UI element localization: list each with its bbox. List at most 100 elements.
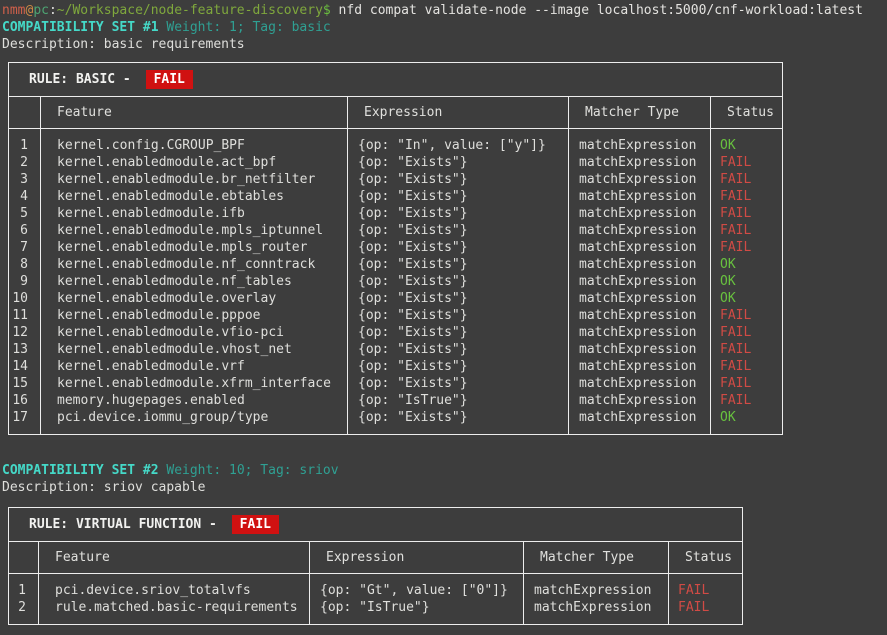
feature-cell: kernel.enabledmodule.act_bpf [41, 154, 348, 171]
column-header-num [9, 97, 41, 129]
column-header-matcher: Matcher Type [524, 542, 669, 574]
feature-cell: pci.device.iommu_group/type [41, 409, 348, 435]
status-cell: FAIL [711, 239, 783, 256]
feature-cell: kernel.enabledmodule.vhost_net [41, 341, 348, 358]
feature-cell: rule.matched.basic-requirements [39, 599, 310, 625]
expression-cell: {op: "Exists"} [348, 239, 569, 256]
set2-description: Description: sriov capable [2, 479, 887, 496]
prompt-path: ~/Workspace/node-feature-discovery [57, 3, 323, 18]
status-cell: OK [711, 129, 783, 155]
rule-table-virtual-function: RULE: VIRTUAL FUNCTION - FAIL Feature Ex… [8, 507, 743, 625]
matcher-cell: matchExpression [569, 222, 711, 239]
matcher-cell: matchExpression [569, 171, 711, 188]
table-row: 1pci.device.sriov_totalvfs{op: "Gt", val… [9, 574, 743, 600]
prompt-colon: : [49, 3, 57, 18]
prompt-user: nmm [2, 3, 25, 18]
expression-cell: {op: "In", value: ["y"]} [348, 129, 569, 155]
status-cell: FAIL [711, 171, 783, 188]
status-cell: FAIL [711, 358, 783, 375]
feature-cell: kernel.enabledmodule.xfrm_interface [41, 375, 348, 392]
table-row: 2kernel.enabledmodule.act_bpf{op: "Exist… [9, 154, 783, 171]
expression-cell: {op: "Exists"} [348, 307, 569, 324]
table-row: 15kernel.enabledmodule.xfrm_interface{op… [9, 375, 783, 392]
row-number: 4 [9, 188, 41, 205]
status-cell: OK [711, 256, 783, 273]
matcher-cell: matchExpression [569, 256, 711, 273]
table-row: 17pci.device.iommu_group/type{op: "Exist… [9, 409, 783, 435]
expression-cell: {op: "Exists"} [348, 290, 569, 307]
column-header-matcher: Matcher Type [569, 97, 711, 129]
feature-cell: kernel.enabledmodule.nf_conntrack [41, 256, 348, 273]
row-number: 8 [9, 256, 41, 273]
matcher-cell: matchExpression [569, 375, 711, 392]
feature-cell: kernel.enabledmodule.pppoe [41, 307, 348, 324]
row-number: 15 [9, 375, 41, 392]
matcher-cell: matchExpression [524, 574, 669, 600]
column-header-expression: Expression [310, 542, 524, 574]
expression-cell: {op: "Gt", value: ["0"]} [310, 574, 524, 600]
row-number: 17 [9, 409, 41, 435]
rule-table-basic: RULE: BASIC - FAIL Feature Expression Ma… [8, 62, 783, 435]
matcher-cell: matchExpression [569, 392, 711, 409]
feature-cell: kernel.enabledmodule.nf_tables [41, 273, 348, 290]
status-cell: FAIL [711, 188, 783, 205]
expression-cell: {op: "Exists"} [348, 341, 569, 358]
status-cell: FAIL [711, 222, 783, 239]
expression-cell: {op: "Exists"} [348, 188, 569, 205]
row-number: 1 [9, 574, 39, 600]
row-number: 12 [9, 324, 41, 341]
rule-header-cell: RULE: BASIC - FAIL [9, 63, 783, 97]
prompt-host: pc [33, 3, 49, 18]
status-cell: FAIL [669, 599, 743, 625]
column-header-status: Status [711, 97, 783, 129]
matcher-cell: matchExpression [569, 188, 711, 205]
row-number: 1 [9, 129, 41, 155]
expression-cell: {op: "Exists"} [348, 205, 569, 222]
row-number: 14 [9, 358, 41, 375]
matcher-cell: matchExpression [569, 341, 711, 358]
terminal-window: nmm@pc:~/Workspace/node-feature-discover… [0, 0, 887, 625]
feature-cell: memory.hugepages.enabled [41, 392, 348, 409]
status-cell: FAIL [711, 154, 783, 171]
set2-header: COMPATIBILITY SET #2 Weight: 10; Tag: sr… [2, 462, 887, 479]
rule-status-badge: FAIL [232, 515, 279, 534]
table-row: 10kernel.enabledmodule.overlay{op: "Exis… [9, 290, 783, 307]
expression-cell: {op: "Exists"} [348, 256, 569, 273]
set1-header: COMPATIBILITY SET #1 Weight: 1; Tag: bas… [2, 19, 887, 36]
matcher-cell: matchExpression [569, 290, 711, 307]
table-row: 5kernel.enabledmodule.ifb{op: "Exists"}m… [9, 205, 783, 222]
feature-cell: kernel.enabledmodule.vrf [41, 358, 348, 375]
feature-cell: kernel.config.CGROUP_BPF [41, 129, 348, 155]
rule-label: RULE: VIRTUAL FUNCTION - [29, 517, 225, 532]
column-header-num [9, 542, 39, 574]
status-cell: OK [711, 409, 783, 435]
status-cell: FAIL [711, 307, 783, 324]
rule-header-row: RULE: BASIC - FAIL [9, 63, 783, 97]
expression-cell: {op: "Exists"} [348, 273, 569, 290]
matcher-cell: matchExpression [569, 358, 711, 375]
expression-cell: {op: "IsTrue"} [310, 599, 524, 625]
rule-label: RULE: BASIC - [29, 72, 139, 87]
row-number: 10 [9, 290, 41, 307]
feature-cell: kernel.enabledmodule.ebtables [41, 188, 348, 205]
status-cell: OK [711, 290, 783, 307]
expression-cell: {op: "Exists"} [348, 222, 569, 239]
status-cell: FAIL [711, 341, 783, 358]
column-header-feature: Feature [41, 97, 348, 129]
column-header-expression: Expression [348, 97, 569, 129]
status-cell: FAIL [711, 324, 783, 341]
column-header-row: Feature Expression Matcher Type Status [9, 542, 743, 574]
table-row: 4kernel.enabledmodule.ebtables{op: "Exis… [9, 188, 783, 205]
row-number: 13 [9, 341, 41, 358]
feature-cell: pci.device.sriov_totalvfs [39, 574, 310, 600]
expression-cell: {op: "Exists"} [348, 409, 569, 435]
matcher-cell: matchExpression [569, 409, 711, 435]
feature-cell: kernel.enabledmodule.mpls_iptunnel [41, 222, 348, 239]
row-number: 2 [9, 154, 41, 171]
matcher-cell: matchExpression [569, 129, 711, 155]
table-row: 11kernel.enabledmodule.pppoe{op: "Exists… [9, 307, 783, 324]
table-row: 6kernel.enabledmodule.mpls_iptunnel{op: … [9, 222, 783, 239]
row-number: 16 [9, 392, 41, 409]
feature-cell: kernel.enabledmodule.overlay [41, 290, 348, 307]
table-row: 2rule.matched.basic-requirements{op: "Is… [9, 599, 743, 625]
